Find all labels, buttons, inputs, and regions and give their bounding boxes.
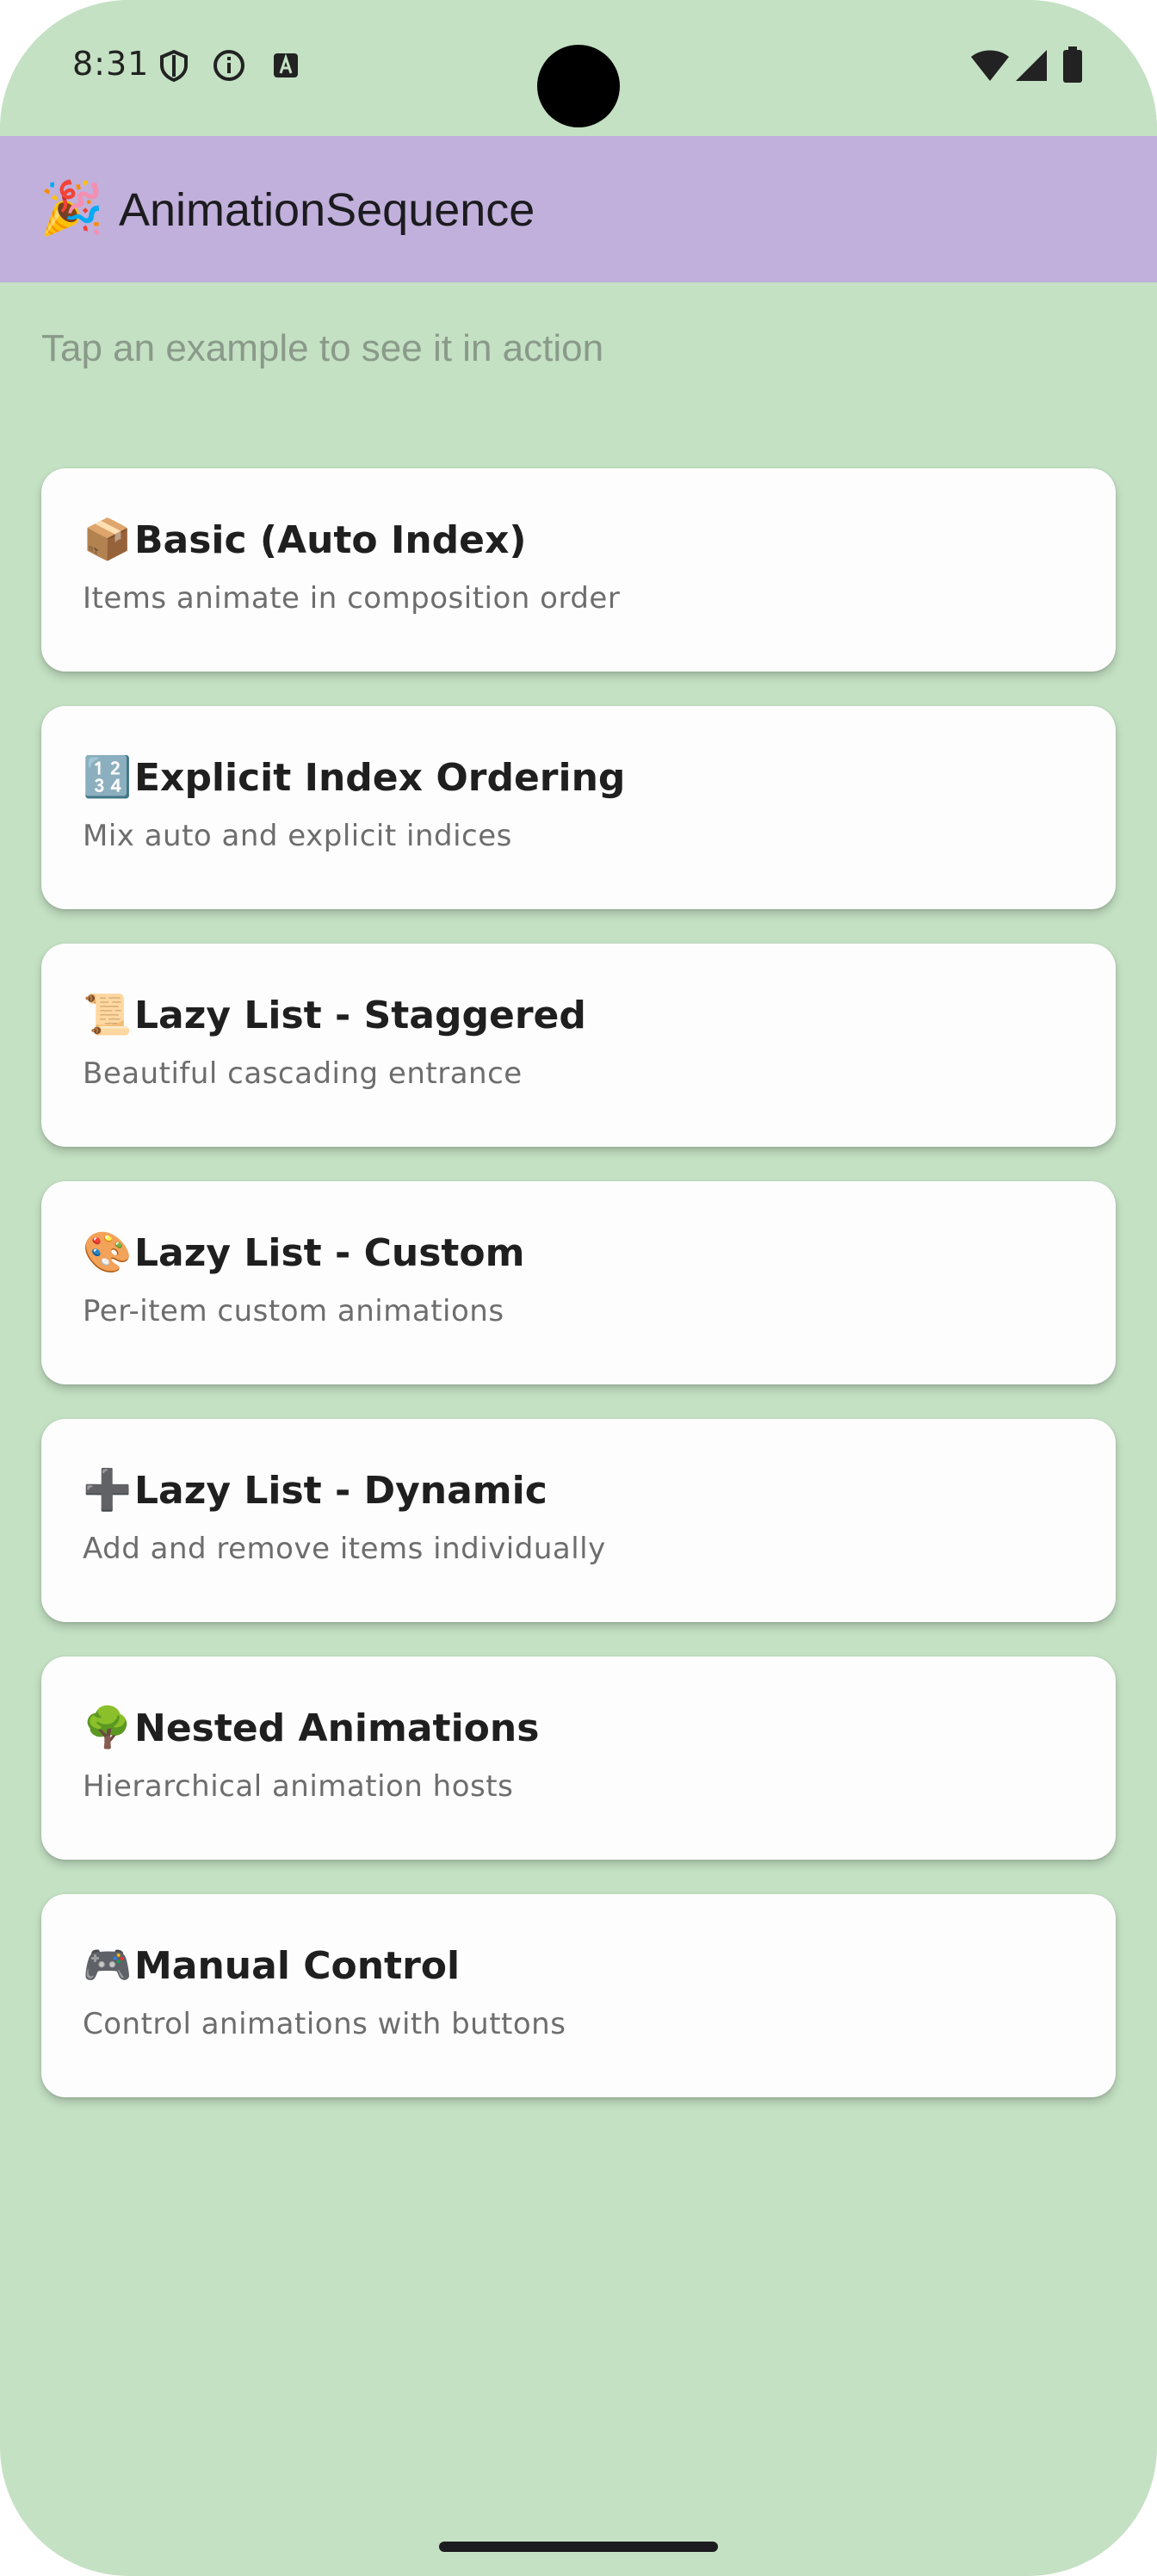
battery-icon <box>1063 46 1082 83</box>
gamepad-icon: 🎮 <box>83 1941 133 1988</box>
card-description: Add and remove items individually <box>83 1532 606 1566</box>
card-description: Beautiful cascading entrance <box>83 1056 523 1091</box>
example-card-lazy-list-staggered[interactable]: 📜Lazy List - Staggered Beautiful cascadi… <box>41 944 1116 1147</box>
example-card-lazy-list-dynamic[interactable]: ➕Lazy List - Dynamic Add and remove item… <box>41 1419 1116 1622</box>
package-icon: 📦 <box>83 516 133 562</box>
app-title: AnimationSequence <box>119 184 535 236</box>
palette-icon: 🎨 <box>83 1229 133 1275</box>
subtitle: Tap an example to see it in action <box>41 327 604 369</box>
scroll-icon: 📜 <box>83 991 133 1037</box>
example-card-manual-control[interactable]: 🎮Manual Control Control animations with … <box>41 1894 1116 2097</box>
card-description: Mix auto and explicit indices <box>83 819 512 853</box>
home-indicator[interactable] <box>439 2542 718 2552</box>
front-camera <box>537 45 620 127</box>
examples-list: 📦Basic (Auto Index) Items animate in com… <box>41 468 1116 2132</box>
card-title: 📜Lazy List - Staggered <box>83 988 586 1042</box>
party-popper-icon: 🎉 <box>40 178 104 238</box>
card-title: ➕Lazy List - Dynamic <box>83 1464 548 1517</box>
status-bar: 8:31 <box>0 0 1157 136</box>
phone-screen: 8:31 🎉 AnimationSequence Tap an example … <box>0 0 1157 2576</box>
card-title: 🎮Manual Control <box>83 1939 460 1992</box>
example-card-explicit-index-ordering[interactable]: 🔢Explicit Index Ordering Mix auto and ex… <box>41 706 1116 909</box>
card-title: 🔢Explicit Index Ordering <box>83 751 625 804</box>
shield-icon <box>160 49 188 83</box>
plus-icon: ➕ <box>83 1466 133 1513</box>
wifi-icon <box>971 50 1009 81</box>
numbers-icon: 🔢 <box>83 753 133 800</box>
card-description: Hierarchical animation hosts <box>83 1769 514 1804</box>
a-badge-icon <box>274 53 298 77</box>
card-description: Per-item custom animations <box>83 1294 504 1328</box>
example-card-lazy-list-custom[interactable]: 🎨Lazy List - Custom Per-item custom anim… <box>41 1181 1116 1384</box>
status-time: 8:31 <box>72 45 150 83</box>
example-card-nested-animations[interactable]: 🌳Nested Animations Hierarchical animatio… <box>41 1656 1116 1860</box>
card-title: 📦Basic (Auto Index) <box>83 513 527 567</box>
card-description: Control animations with buttons <box>83 2007 566 2041</box>
tree-icon: 🌳 <box>83 1704 133 1750</box>
card-title: 🌳Nested Animations <box>83 1701 539 1755</box>
signal-icon <box>1016 50 1047 81</box>
info-icon <box>213 50 244 81</box>
example-card-basic-auto-index[interactable]: 📦Basic (Auto Index) Items animate in com… <box>41 468 1116 672</box>
card-title: 🎨Lazy List - Custom <box>83 1226 525 1279</box>
card-description: Items animate in composition order <box>83 581 621 616</box>
top-app-bar: 🎉 AnimationSequence <box>0 136 1157 282</box>
